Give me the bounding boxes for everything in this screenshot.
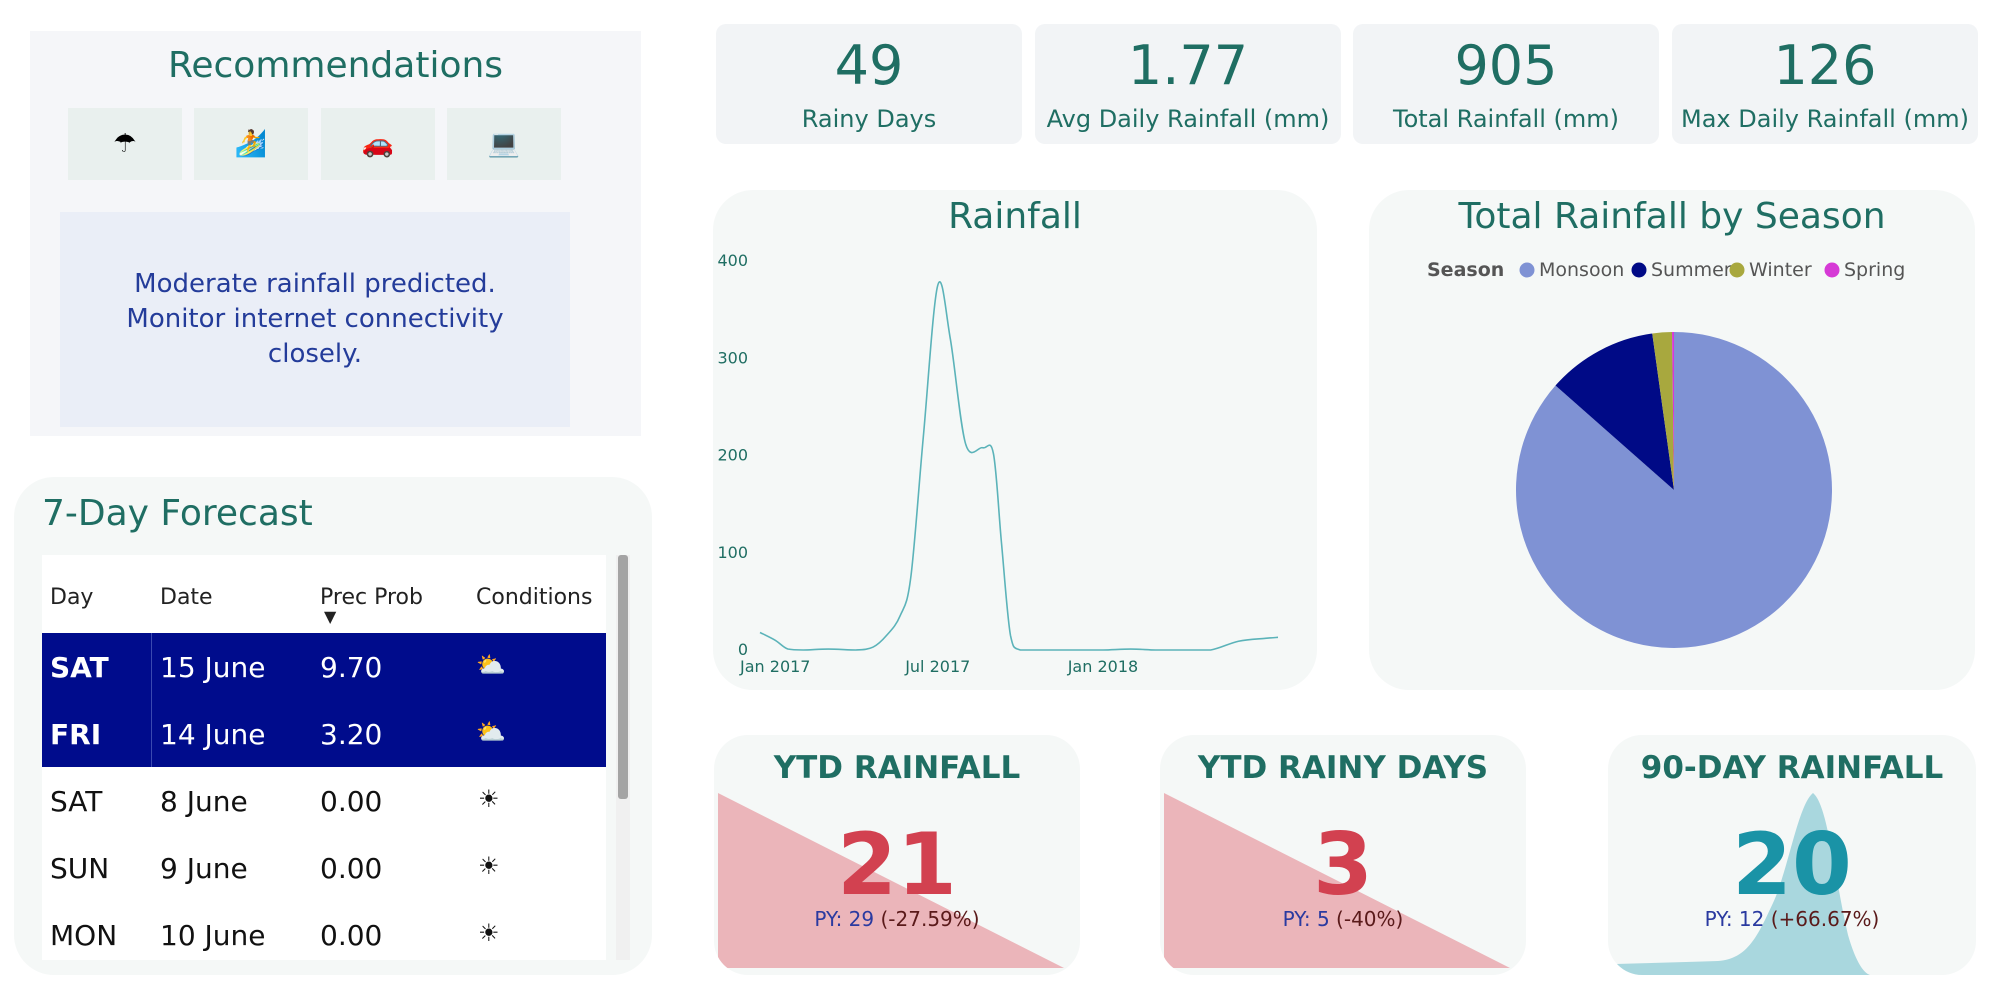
cell-day: MON xyxy=(50,919,118,952)
card-comparison: PY: 5 (-40%) xyxy=(1160,907,1526,931)
laptop-worker-icon[interactable]: 💻 xyxy=(447,108,561,180)
prior-year-value: PY: 5 xyxy=(1282,907,1330,931)
partly-cloudy-icon: ⛅ xyxy=(476,718,506,746)
card-value: 21 xyxy=(837,815,957,915)
cell-date: 14 June xyxy=(160,718,266,751)
rainfall-line-chart[interactable]: 0100200300400Jan 2017 Jul 2017 Jan 2018 xyxy=(713,190,1317,690)
card-comparison: PY: 29 (-27.59%) xyxy=(714,907,1080,931)
x-tick-label: Jul 2017 xyxy=(904,657,970,676)
ytd-rainy-days-card: YTD RAINY DAYS 3 PY: 5 (-40%) xyxy=(1160,735,1526,975)
forecast-title: 7-Day Forecast xyxy=(42,493,313,534)
legend-swatch xyxy=(1631,262,1647,278)
table-row[interactable]: SUN 9 June 0.00 ☀ xyxy=(42,834,606,901)
y-tick-label: 400 xyxy=(717,251,748,270)
prior-year-value: PY: 12 xyxy=(1704,907,1765,931)
x-tick-label: Jan 2018 xyxy=(1067,657,1138,676)
table-row[interactable]: SAT 8 June 0.00 ☀ xyxy=(42,767,606,834)
cell-prec-prob: 9.70 xyxy=(320,651,383,684)
cell-prec-prob: 3.20 xyxy=(320,718,383,751)
cell-prec-prob: 0.00 xyxy=(320,785,383,818)
kpi-max-daily-rainfall: 126 Max Daily Rainfall (mm) xyxy=(1672,24,1978,144)
legend-swatch xyxy=(1824,262,1840,278)
sun-icon: ☀ xyxy=(478,785,500,813)
season-pie-chart[interactable]: Season Monsoon Summer Winter Spring xyxy=(1369,190,1975,690)
kpi-rainy-days: 49 Rainy Days xyxy=(716,24,1022,144)
y-tick-label: 100 xyxy=(717,543,748,562)
season-pie-panel: Total Rainfall by Season Season Monsoon Su… xyxy=(1369,190,1975,690)
table-header: Day Date Prec Prob ▼ Conditions xyxy=(42,555,606,633)
forecast-panel: 7-Day Forecast Day Date Prec Prob ▼ Cond… xyxy=(14,477,652,975)
cell-date: 9 June xyxy=(160,852,248,885)
y-tick-label: 300 xyxy=(717,348,748,367)
card-title: YTD RAINY DAYS xyxy=(1197,750,1489,786)
table-row[interactable]: FRI 14 June 3.20 ⛅ xyxy=(42,700,606,767)
legend-label[interactable]: Summer xyxy=(1651,259,1732,281)
change-percent: (-40%) xyxy=(1336,907,1404,931)
recommendations-panel: Recommendations ☂ 🏄 🚗 💻 Moderate rainfal… xyxy=(30,31,641,436)
legend-swatch xyxy=(1519,262,1535,278)
card-comparison: PY: 12 (+66.67%) xyxy=(1608,907,1976,931)
sort-descending-icon[interactable]: ▼ xyxy=(324,607,336,626)
kpi-value: 905 xyxy=(1454,34,1558,97)
sun-icon: ☀ xyxy=(478,919,500,947)
cell-prec-prob: 0.00 xyxy=(320,919,383,952)
y-tick-label: 200 xyxy=(717,446,748,465)
surfer-icon[interactable]: 🏄 xyxy=(194,108,308,180)
rainfall-90-day-card: 90-DAY RAINFALL 20 PY: 12 (+66.67%) xyxy=(1608,735,1976,975)
kpi-avg-daily-rainfall: 1.77 Avg Daily Rainfall (mm) xyxy=(1035,24,1341,144)
kpi-value: 49 xyxy=(834,34,904,97)
legend-title: Season xyxy=(1427,259,1504,281)
cell-day: SAT xyxy=(50,785,103,818)
legend-label[interactable]: Monsoon xyxy=(1539,259,1624,281)
change-percent: (+66.67%) xyxy=(1770,907,1880,931)
cell-date: 8 June xyxy=(160,785,248,818)
card-title: YTD RAINFALL xyxy=(773,750,1021,786)
umbrella-icon[interactable]: ☂ xyxy=(68,108,182,180)
kpi-total-rainfall: 905 Total Rainfall (mm) xyxy=(1353,24,1659,144)
scrollbar-thumb[interactable] xyxy=(618,555,628,799)
partly-cloudy-icon: ⛅ xyxy=(476,651,506,679)
card-value: 20 xyxy=(1732,815,1852,915)
cell-day: SUN xyxy=(50,852,110,885)
kpi-value: 1.77 xyxy=(1127,34,1249,97)
kpi-label: Total Rainfall (mm) xyxy=(1392,105,1620,133)
column-header-day[interactable]: Day xyxy=(50,585,93,610)
forecast-table: Day Date Prec Prob ▼ Conditions SAT 15 J… xyxy=(42,555,606,960)
rainfall-chart-panel: Rainfall 0 100 200 300 400 Jan 2017 Jul 2017 Ja… xyxy=(713,190,1317,690)
car-icon[interactable]: 🚗 xyxy=(321,108,435,180)
kpi-value: 126 xyxy=(1773,34,1877,97)
kpi-label: Max Daily Rainfall (mm) xyxy=(1681,105,1969,133)
cell-day: SAT xyxy=(50,651,109,684)
prior-year-value: PY: 29 xyxy=(814,907,875,931)
legend-swatch xyxy=(1729,262,1745,278)
recommendations-title: Recommendations xyxy=(167,45,504,86)
table-row[interactable]: SAT 15 June 9.70 ⛅ xyxy=(42,633,606,700)
table-row[interactable]: MON 10 June 0.00 ☀ xyxy=(42,901,606,960)
cell-prec-prob: 0.00 xyxy=(320,852,383,885)
cell-day: FRI xyxy=(50,718,102,751)
legend-label[interactable]: Winter xyxy=(1749,259,1812,281)
kpi-label: Rainy Days xyxy=(801,105,937,133)
legend-label[interactable]: Spring xyxy=(1844,259,1905,281)
cell-date: 10 June xyxy=(160,919,266,952)
recommendation-message: Moderate rainfall predicted. Monitor int… xyxy=(60,212,570,427)
card-value: 3 xyxy=(1313,815,1373,915)
change-percent: (-27.59%) xyxy=(880,907,980,931)
ytd-rainfall-card: YTD RAINFALL 21 PY: 29 (-27.59%) xyxy=(714,735,1080,975)
rainfall-series-line[interactable] xyxy=(759,281,1279,651)
card-title: 90-DAY RAINFALL xyxy=(1640,750,1944,786)
column-header-date[interactable]: Date xyxy=(160,585,213,610)
cell-divider xyxy=(151,700,152,767)
kpi-label: Avg Daily Rainfall (mm) xyxy=(1046,105,1330,133)
cell-date: 15 June xyxy=(160,651,266,684)
cell-divider xyxy=(151,633,152,700)
column-header-conditions[interactable]: Conditions xyxy=(476,585,592,610)
sun-icon: ☀ xyxy=(478,852,500,880)
x-tick-label: Jan 2017 xyxy=(739,657,810,676)
